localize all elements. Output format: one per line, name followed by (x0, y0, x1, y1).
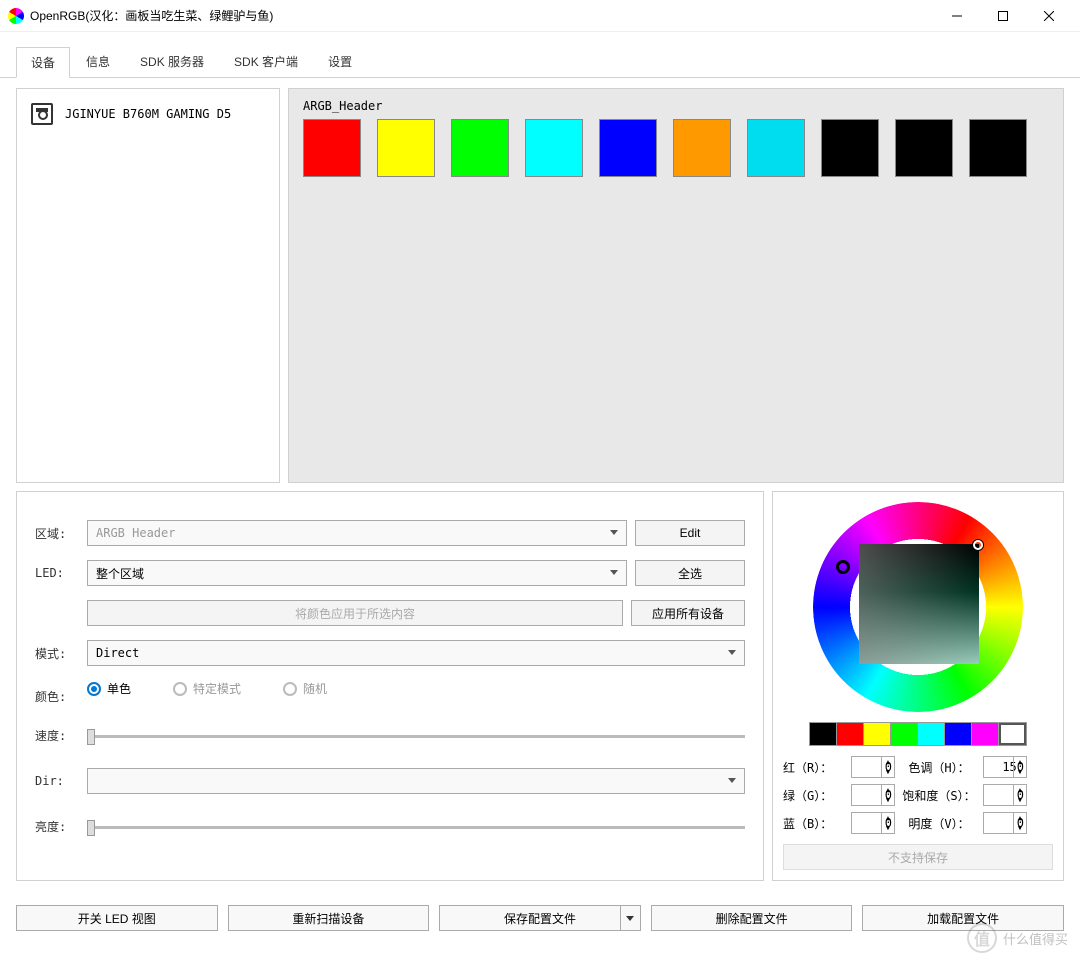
apply-all-button[interactable]: 应用所有设备 (631, 600, 745, 626)
preset-color-6[interactable] (972, 723, 999, 745)
maximize-button[interactable] (980, 0, 1026, 32)
motherboard-icon (31, 103, 53, 125)
s-label: 饱和度（S）： (901, 787, 977, 804)
g-label: 绿（G）： (783, 787, 845, 804)
minimize-button[interactable] (934, 0, 980, 32)
dir-select[interactable] (87, 768, 745, 794)
r-label: 红（R）： (783, 759, 845, 776)
radio-single-color[interactable]: 单色 (87, 680, 131, 697)
sv-box[interactable] (859, 544, 979, 664)
close-button[interactable] (1026, 0, 1072, 32)
rescan-button[interactable]: 重新扫描设备 (228, 905, 430, 931)
zone-select[interactable]: ARGB Header (87, 520, 627, 546)
watermark: 值 什么值得买 (967, 923, 1068, 953)
led-swatch-0[interactable] (303, 119, 361, 177)
sv-indicator (973, 540, 983, 550)
r-input[interactable]: 0▲▼ (851, 756, 895, 778)
led-swatch-9[interactable] (969, 119, 1027, 177)
controls-panel: 区域: ARGB Header Edit LED: 整个区域 全选 将颜色应用于… (16, 491, 764, 881)
g-input[interactable]: 0▲▼ (851, 784, 895, 806)
color-picker-panel: 红（R）： 0▲▼ 色调（H）： 150▲▼ 绿（G）： 0▲▼ 饱和度（S）：… (772, 491, 1064, 881)
tab-bar: 设备 信息 SDK 服务器 SDK 客户端 设置 (0, 46, 1080, 78)
preset-color-5[interactable] (945, 723, 972, 745)
preset-color-7[interactable] (999, 723, 1026, 745)
mode-label: 模式: (35, 645, 79, 662)
chevron-down-icon (728, 650, 736, 655)
zone-header-label: ARGB_Header (303, 99, 1049, 113)
v-label: 明度（V）： (901, 815, 977, 832)
chevron-down-icon (610, 530, 618, 535)
color-preset-row (809, 722, 1027, 746)
led-swatch-5[interactable] (673, 119, 731, 177)
select-all-button[interactable]: 全选 (635, 560, 745, 586)
h-label: 色调（H）： (901, 759, 977, 776)
led-swatch-row (303, 119, 1049, 177)
led-label: LED: (35, 566, 79, 580)
tab-settings[interactable]: 设置 (314, 47, 366, 78)
s-input[interactable]: 0▲▼ (983, 784, 1027, 806)
save-color-button[interactable]: 不支持保存 (783, 844, 1053, 870)
save-profile-button[interactable]: 保存配置文件 (439, 905, 641, 931)
speed-label: 速度: (35, 727, 79, 744)
led-preview-panel: ARGB_Header (288, 88, 1064, 483)
device-name: JGINYUE B760M GAMING D5 (65, 107, 231, 121)
radio-pattern[interactable]: 特定模式 (173, 680, 241, 697)
zone-label: 区域: (35, 525, 79, 542)
tab-sdk-server[interactable]: SDK 服务器 (126, 47, 218, 78)
hue-indicator (836, 560, 850, 574)
b-input[interactable]: 0▲▼ (851, 812, 895, 834)
color-label: 颜色: (35, 688, 79, 705)
preset-color-0[interactable] (810, 723, 837, 745)
h-input[interactable]: 150▲▼ (983, 756, 1027, 778)
device-list-item[interactable]: JGINYUE B760M GAMING D5 (17, 89, 279, 139)
mode-select[interactable]: Direct (87, 640, 745, 666)
chevron-down-icon (626, 916, 634, 921)
speed-slider[interactable] (87, 735, 745, 738)
led-swatch-7[interactable] (821, 119, 879, 177)
led-select[interactable]: 整个区域 (87, 560, 627, 586)
tab-devices[interactable]: 设备 (16, 47, 70, 78)
tab-info[interactable]: 信息 (72, 47, 124, 78)
edit-zone-button[interactable]: Edit (635, 520, 745, 546)
preset-color-4[interactable] (918, 723, 945, 745)
device-list: JGINYUE B760M GAMING D5 (16, 88, 280, 483)
window-title: OpenRGB(汉化：画板当吃生菜、绿鲤驴与鱼) (30, 7, 934, 24)
chevron-down-icon (728, 778, 736, 783)
v-input[interactable]: 0▲▼ (983, 812, 1027, 834)
apply-selection-button[interactable]: 将颜色应用于所选内容 (87, 600, 623, 626)
title-bar: OpenRGB(汉化：画板当吃生菜、绿鲤驴与鱼) (0, 0, 1080, 32)
radio-random[interactable]: 随机 (283, 680, 327, 697)
chevron-down-icon (610, 570, 618, 575)
color-wheel[interactable] (813, 502, 1023, 712)
led-swatch-6[interactable] (747, 119, 805, 177)
bottom-button-bar: 开关 LED 视图 重新扫描设备 保存配置文件 删除配置文件 加载配置文件 (0, 891, 1080, 931)
save-profile-dropdown[interactable] (620, 906, 640, 930)
preset-color-1[interactable] (837, 723, 864, 745)
led-swatch-2[interactable] (451, 119, 509, 177)
led-swatch-1[interactable] (377, 119, 435, 177)
brightness-slider[interactable] (87, 826, 745, 829)
app-icon (8, 8, 24, 24)
preset-color-3[interactable] (891, 723, 918, 745)
watermark-icon: 值 (967, 923, 997, 953)
delete-profile-button[interactable]: 删除配置文件 (651, 905, 853, 931)
led-swatch-4[interactable] (599, 119, 657, 177)
brightness-label: 亮度: (35, 818, 79, 835)
tab-sdk-client[interactable]: SDK 客户端 (220, 47, 312, 78)
led-swatch-3[interactable] (525, 119, 583, 177)
toggle-led-view-button[interactable]: 开关 LED 视图 (16, 905, 218, 931)
preset-color-2[interactable] (864, 723, 891, 745)
dir-label: Dir: (35, 774, 79, 788)
b-label: 蓝（B）： (783, 815, 845, 832)
led-swatch-8[interactable] (895, 119, 953, 177)
